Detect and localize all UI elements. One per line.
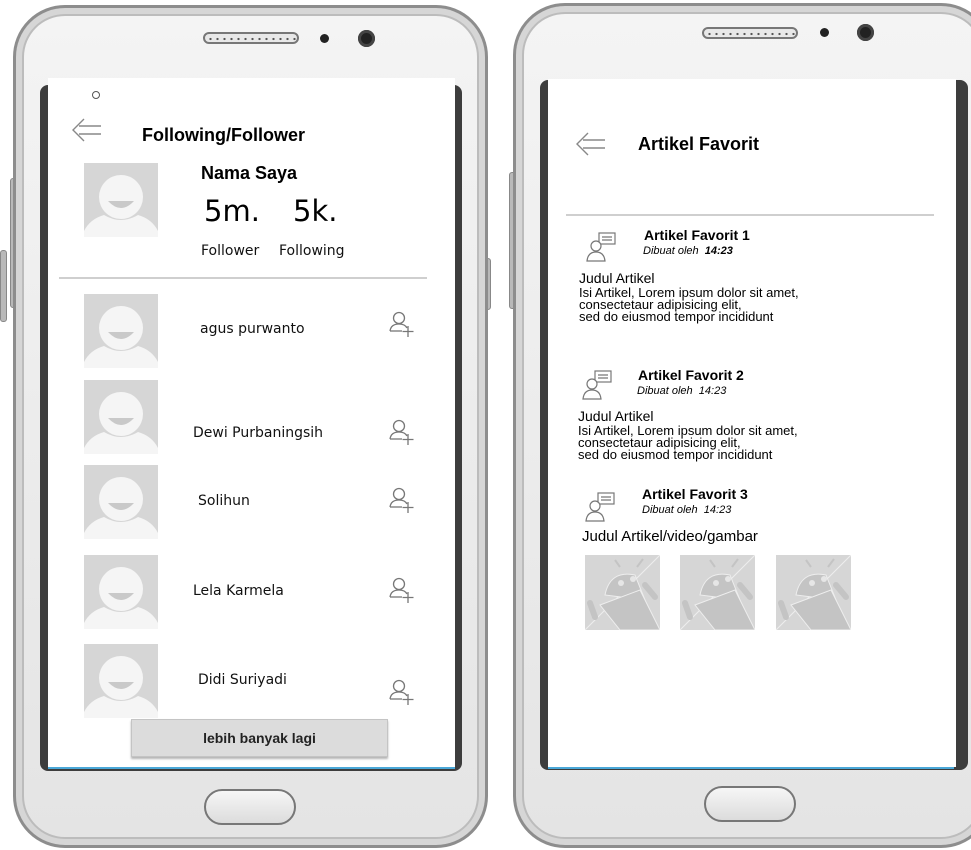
back-arrow-icon[interactable]: [70, 116, 104, 144]
load-more-button[interactable]: lebih banyak lagi: [131, 719, 388, 757]
user-avatar: [84, 465, 158, 539]
article-author-label: Dibuat oleh: [642, 504, 698, 516]
image-placeholder-icon[interactable]: [776, 555, 851, 630]
add-user-icon[interactable]: [388, 418, 416, 446]
article-author-label: Dibuat oleh: [643, 245, 699, 257]
article-author-label: Dibuat oleh: [637, 385, 693, 397]
article-title[interactable]: Artikel Favorit 2: [638, 367, 744, 383]
user-avatar: [84, 380, 158, 454]
add-user-icon[interactable]: [388, 310, 416, 338]
user-avatar: [84, 294, 158, 368]
status-icon: [92, 91, 100, 99]
user-name[interactable]: Didi Suriyadi: [198, 672, 287, 688]
left-screen: Following/Follower Nama Saya 5m. 5k. Fol…: [48, 78, 455, 768]
user-avatar: [84, 555, 158, 629]
right-screen-bottom-line: [548, 767, 954, 769]
article-meta: Dibuat oleh 14:23: [643, 245, 733, 257]
article-author-icon: [584, 231, 618, 263]
page-title: Following/Follower: [142, 125, 305, 145]
follower-label[interactable]: Follower: [201, 243, 259, 259]
left-screen-bottom-line: [48, 767, 455, 769]
article-time: 14:23: [704, 245, 733, 257]
article-heading: Judul Artikel/video/gambar: [582, 528, 758, 545]
right-screen: Artikel Favorit Artikel Favorit 1 Dibuat…: [548, 79, 956, 767]
left-phone-speaker: [203, 32, 299, 44]
user-avatar: [84, 644, 158, 718]
article-time: 14:23: [703, 504, 732, 516]
image-placeholder-icon[interactable]: [680, 555, 755, 630]
profile-divider: [59, 277, 427, 279]
follower-count: 5m.: [204, 194, 260, 228]
back-arrow-icon[interactable]: [574, 130, 608, 158]
image-placeholder-icon[interactable]: [585, 555, 660, 630]
left-phone-sensor: [320, 34, 329, 43]
article-body-line: sed do eiusmod tempor incididunt: [579, 309, 774, 324]
profile-avatar: [84, 163, 158, 237]
article-meta: Dibuat oleh 14:23: [642, 504, 731, 516]
right-phone-home-button[interactable]: [704, 786, 796, 822]
left-phone-side-button-small: [0, 250, 7, 322]
user-name[interactable]: Solihun: [198, 493, 250, 509]
left-phone-camera: [358, 30, 375, 47]
article-heading: Judul Artikel: [579, 270, 655, 286]
user-name[interactable]: Lela Karmela: [193, 583, 284, 599]
article-time: 14:23: [698, 385, 727, 397]
add-user-icon[interactable]: [388, 486, 416, 514]
article-author-icon: [580, 369, 614, 401]
right-phone-sensor: [820, 28, 829, 37]
add-user-icon[interactable]: [388, 576, 416, 604]
article-heading: Judul Artikel: [578, 408, 654, 424]
right-phone-speaker: [702, 27, 798, 39]
following-count: 5k.: [293, 194, 338, 228]
user-name[interactable]: agus purwanto: [200, 321, 305, 337]
header-divider: [566, 214, 934, 216]
article-body-line: sed do eiusmod tempor incididunt: [578, 447, 773, 462]
add-user-icon[interactable]: [388, 678, 416, 706]
article-author-icon: [583, 491, 617, 523]
article-meta: Dibuat oleh 14:23: [637, 385, 726, 397]
right-phone-camera: [857, 24, 874, 41]
profile-name: Nama Saya: [201, 163, 298, 183]
following-label[interactable]: Following: [279, 243, 345, 259]
left-phone-home-button[interactable]: [204, 789, 296, 825]
page-title: Artikel Favorit: [638, 134, 760, 154]
user-name[interactable]: Dewi Purbaningsih: [193, 425, 323, 441]
article-title[interactable]: Artikel Favorit 1: [644, 227, 750, 243]
article-title[interactable]: Artikel Favorit 3: [642, 486, 748, 502]
